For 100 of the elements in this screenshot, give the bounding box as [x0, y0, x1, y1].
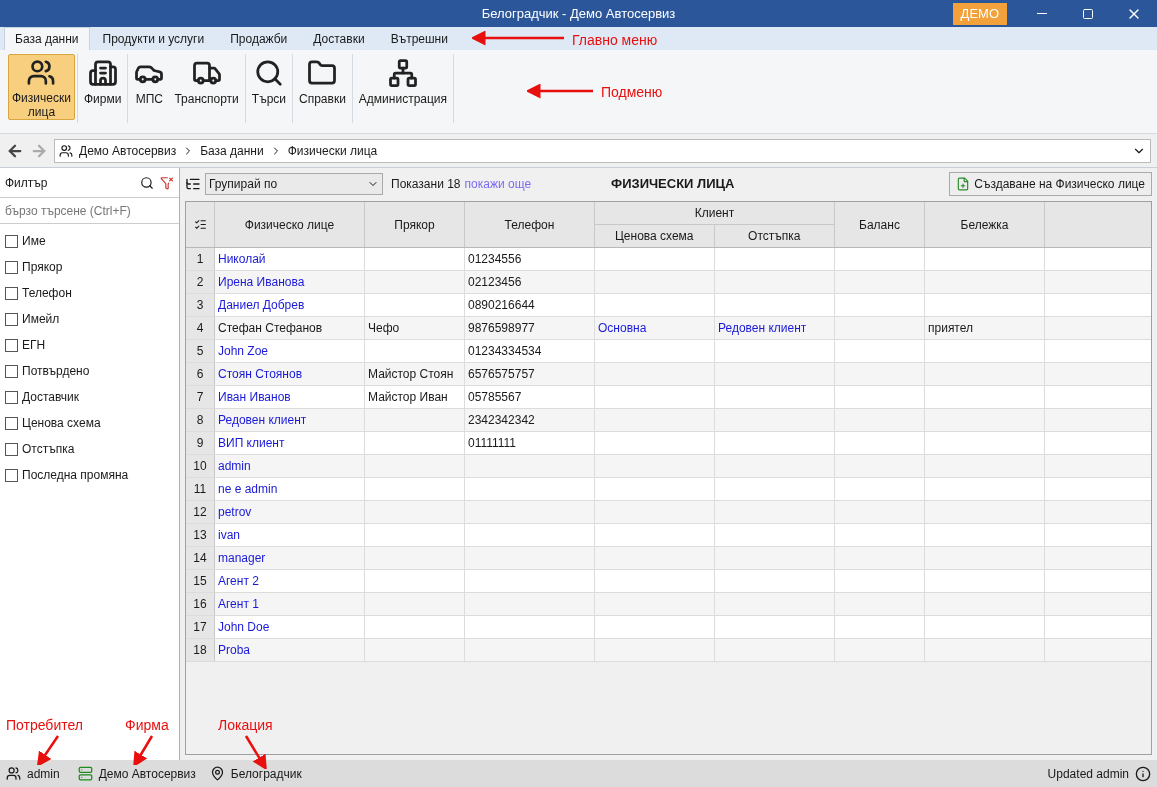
group-by-dropdown[interactable]: Групирай по [205, 173, 383, 195]
checkbox[interactable] [5, 286, 18, 300]
table-cell: 2342342342 [465, 409, 595, 431]
row-number: 12 [186, 501, 215, 523]
column-header[interactable]: Бележка [925, 202, 1045, 247]
breadcrumb-item[interactable]: База данни [200, 141, 264, 160]
info-icon[interactable] [1135, 765, 1151, 782]
show-more-link[interactable]: покажи още [464, 175, 532, 193]
row-number: 3 [186, 294, 215, 316]
checkbox[interactable] [5, 234, 18, 248]
column-header[interactable]: Баланс [835, 202, 925, 247]
breadcrumb-item[interactable]: Демо Автосервиз [79, 141, 177, 160]
table-cell: 6576575757 [465, 363, 595, 385]
column-header[interactable]: Физическо лице [215, 202, 365, 247]
table-cell: Редовен клиент [215, 409, 365, 431]
status-updated: Updated admin [1047, 765, 1129, 783]
people-icon [6, 766, 21, 781]
table-cell: Николай [215, 248, 365, 270]
table-cell: manager [215, 547, 365, 569]
row-number: 18 [186, 639, 215, 661]
column-header[interactable]: Прякор [365, 202, 465, 247]
column-header[interactable]: Ценова схема [595, 225, 715, 247]
status-company: Демо Автосервиз [98, 765, 196, 783]
table-cell: Даниел Добрев [215, 294, 365, 316]
table-cell: 05785567 [465, 386, 595, 408]
ribbon-button[interactable]: Справки [295, 54, 350, 120]
column-header[interactable]: Отстъпка [714, 225, 834, 247]
checkbox[interactable] [5, 468, 18, 482]
filter-field-label: Потвърдено [22, 363, 90, 380]
table-cell: Иван Иванов [215, 386, 365, 408]
create-button[interactable]: Създаване на Физическо лице [949, 172, 1152, 196]
table-cell: ВИП клиент [215, 432, 365, 454]
page-title: ФИЗИЧЕСКИ ЛИЦА [611, 175, 735, 194]
status-user: admin [27, 765, 60, 783]
menu-tab[interactable]: Вътрешни [377, 27, 461, 50]
menu-tab[interactable]: База данни [4, 27, 90, 50]
row-number: 11 [186, 478, 215, 500]
checkbox[interactable] [5, 338, 18, 352]
row-number: 15 [186, 570, 215, 592]
ribbon-button[interactable]: Търси [247, 54, 290, 120]
row-number: 2 [186, 271, 215, 293]
hierarchy-icon [387, 58, 418, 88]
clear-filter-icon[interactable] [160, 175, 174, 190]
checkbox[interactable] [5, 312, 18, 326]
checkbox[interactable] [5, 260, 18, 274]
table-cell: John Doe [215, 616, 365, 638]
people-icon [59, 143, 73, 158]
ribbon-button[interactable]: Администрация [354, 54, 452, 120]
breadcrumb-item[interactable]: Физически лица [287, 141, 378, 160]
checkbox[interactable] [5, 442, 18, 456]
server-icon [77, 766, 93, 781]
menu-tab[interactable]: Продукти и услуги [89, 27, 218, 50]
column-chooser-icon[interactable] [193, 218, 207, 231]
people-icon [26, 58, 57, 87]
row-number: 7 [186, 386, 215, 408]
table-cell: Стефан Стефанов [215, 317, 365, 339]
filter-field-label: Телефон [22, 285, 72, 302]
location-pin-icon [209, 766, 225, 781]
group-icon [185, 176, 201, 192]
annotation-label: Потребител [6, 716, 83, 735]
building-icon [87, 58, 118, 88]
row-number: 1 [186, 248, 215, 270]
menu-tab[interactable]: Доставки [300, 27, 378, 50]
annotation-label: Фирма [125, 716, 169, 735]
row-number: 8 [186, 409, 215, 431]
window-title: Белоградчик - Демо Автосервиз [481, 4, 676, 23]
table-cell: Ирена Иванова [215, 271, 365, 293]
row-number: 4 [186, 317, 215, 339]
table-cell: 9876598977 [465, 317, 595, 339]
annotation-label: Подменю [601, 83, 663, 102]
filter-title: Филтър [5, 174, 48, 192]
row-number: 17 [186, 616, 215, 638]
column-header[interactable]: Телефон [465, 202, 595, 247]
search-icon[interactable] [140, 175, 154, 190]
search-icon [253, 58, 284, 88]
table-cell: admin [215, 455, 365, 477]
menu-tab[interactable]: Продажби [217, 27, 301, 50]
quick-search-field[interactable]: бързо търсене (Ctrl+F) [0, 198, 179, 224]
ribbon-button[interactable]: МПС [130, 54, 169, 120]
ribbon-button[interactable]: Фирми [79, 54, 126, 120]
breadcrumb-bar[interactable]: Демо Автосервиз База данни Физически лица [54, 138, 1151, 163]
arrow-annotation [242, 733, 270, 769]
table-cell: Основна [595, 317, 715, 339]
ribbon-button[interactable]: Физически лица [8, 54, 75, 120]
table-cell: ne e admin [215, 478, 365, 500]
row-number: 10 [186, 455, 215, 477]
checkbox[interactable] [5, 390, 18, 404]
checkbox[interactable] [5, 416, 18, 430]
filter-field-label: Имейл [22, 311, 60, 328]
annotation-label: Локация [218, 716, 273, 735]
row-number: 13 [186, 524, 215, 546]
checkbox[interactable] [5, 364, 18, 378]
filter-field-label: Последна промяна [22, 467, 129, 484]
filter-field-label: ЕГН [22, 337, 46, 354]
minimize-icon [1037, 13, 1047, 14]
table-cell: Стоян Стоянов [215, 363, 365, 385]
table-cell: Proba [215, 639, 365, 661]
ribbon-button[interactable]: Транспорти [170, 54, 243, 120]
table-cell: 01234334534 [465, 340, 595, 362]
table-cell: Агент 2 [215, 570, 365, 592]
